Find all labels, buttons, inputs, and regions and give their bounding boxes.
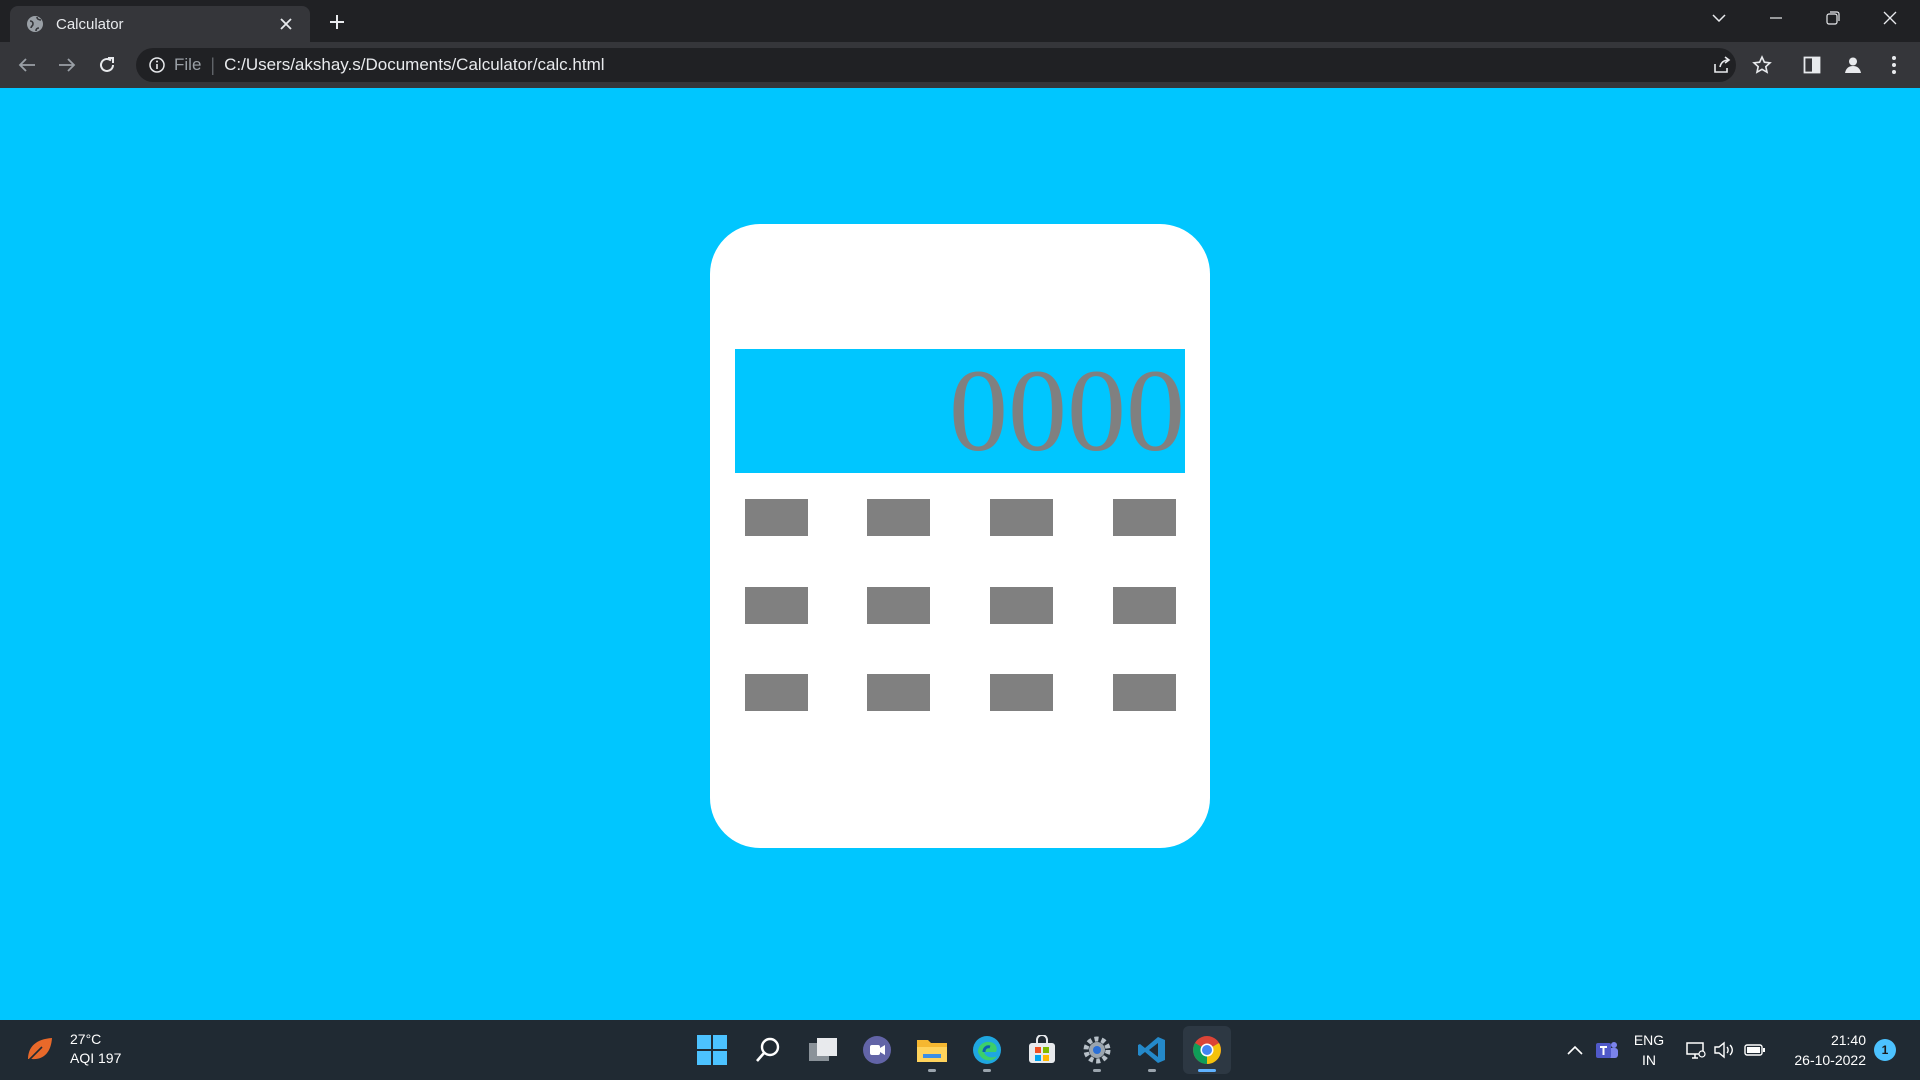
vscode-icon (1138, 1037, 1165, 1063)
teams-tray-button[interactable] (1593, 1020, 1621, 1080)
calculator-key-r3-c4[interactable] (1113, 674, 1176, 711)
calculator-display: 0000 (735, 349, 1185, 473)
new-tab-button[interactable] (325, 10, 349, 34)
language-primary: ENG (1633, 1032, 1665, 1048)
search-icon (756, 1037, 780, 1062)
display-value: 0000 (949, 349, 1185, 473)
calculator-key-r1-c2[interactable] (867, 499, 930, 536)
chrome-icon (1193, 1036, 1221, 1064)
profile-icon[interactable] (1838, 50, 1868, 80)
forward-button[interactable] (51, 49, 83, 81)
task-view-icon (809, 1038, 837, 1061)
calculator-key-r2-c1[interactable] (745, 587, 808, 624)
language-indicator[interactable]: ENG IN (1624, 1020, 1674, 1080)
file-explorer-icon (917, 1040, 947, 1062)
running-indicator (983, 1069, 991, 1072)
edge-button[interactable] (963, 1026, 1011, 1074)
running-indicator (928, 1069, 936, 1072)
calculator-key-r3-c2[interactable] (867, 674, 930, 711)
reload-button[interactable] (91, 49, 123, 81)
tab-title: Calculator (56, 15, 124, 33)
calculator-key-r3-c3[interactable] (990, 674, 1053, 711)
calculator-key-r2-c2[interactable] (867, 587, 930, 624)
leaf-icon (27, 1038, 52, 1062)
calculator-key-r1-c1[interactable] (745, 499, 808, 536)
weather-temperature: 27°C (70, 1031, 102, 1047)
language-region: IN (1642, 1052, 1656, 1068)
clock-time: 21:40 (1830, 1032, 1866, 1048)
taskbar: 27°C AQI 197 ENG IN 21:40 26-10-2022 (0, 1020, 1920, 1080)
close-window-button[interactable] (1867, 0, 1913, 36)
clock[interactable]: 21:40 26-10-2022 (1776, 1020, 1866, 1080)
edge-icon (973, 1036, 1001, 1064)
active-indicator (1198, 1069, 1216, 1072)
browser-toolbar: File | C:/Users/akshay.s/Documents/Calcu… (0, 42, 1920, 88)
share-icon[interactable] (1707, 50, 1737, 80)
battery-icon[interactable] (1740, 1020, 1770, 1080)
store-icon (1029, 1035, 1055, 1063)
weather-widget[interactable]: 27°C AQI 197 (24, 1030, 121, 1068)
chevron-up-icon (1567, 1045, 1583, 1055)
settings-button[interactable] (1073, 1026, 1121, 1074)
teams-chat-icon (863, 1036, 891, 1064)
running-indicator (1093, 1069, 1101, 1072)
calculator-key-r2-c3[interactable] (990, 587, 1053, 624)
calculator-key-r1-c4[interactable] (1113, 499, 1176, 536)
close-tab-icon[interactable] (276, 14, 296, 34)
site-info-icon[interactable] (148, 56, 166, 74)
taskbar-search-button[interactable] (744, 1026, 792, 1074)
vscode-button[interactable] (1128, 1026, 1176, 1074)
back-button[interactable] (11, 49, 43, 81)
tab-strip: Calculator (0, 0, 1920, 42)
weather-aqi: AQI 197 (70, 1050, 122, 1066)
more-menu-icon[interactable] (1879, 50, 1909, 80)
address-separator: | (210, 54, 216, 75)
calculator-key-r3-c1[interactable] (745, 674, 808, 711)
address-url: C:/Users/akshay.s/Documents/Calculator/c… (224, 55, 605, 74)
restore-button[interactable] (1810, 0, 1856, 36)
network-icon[interactable] (1682, 1020, 1710, 1080)
tab-search-button[interactable] (1696, 0, 1742, 36)
task-view-button[interactable] (799, 1026, 847, 1074)
calculator-body: 0000 (710, 224, 1210, 848)
show-hidden-icons-button[interactable] (1562, 1020, 1588, 1080)
clock-date: 26-10-2022 (1794, 1052, 1866, 1068)
file-explorer-button[interactable] (908, 1026, 956, 1074)
tab-calculator[interactable]: Calculator (10, 6, 310, 42)
globe-icon (26, 15, 44, 33)
start-button[interactable] (688, 1026, 736, 1074)
teams-chat-button[interactable] (853, 1026, 901, 1074)
windows-logo-icon (697, 1035, 727, 1065)
minimize-button[interactable] (1753, 0, 1799, 36)
settings-icon (1083, 1036, 1111, 1064)
address-bar[interactable]: File | C:/Users/akshay.s/Documents/Calcu… (136, 48, 1736, 82)
side-panel-icon[interactable] (1797, 50, 1827, 80)
volume-icon[interactable] (1710, 1020, 1738, 1080)
teams-icon (1596, 1042, 1618, 1058)
address-scheme: File (174, 55, 202, 74)
store-button[interactable] (1018, 1026, 1066, 1074)
chrome-button[interactable] (1183, 1026, 1231, 1074)
notification-badge[interactable]: 1 (1874, 1039, 1896, 1061)
running-indicator (1148, 1069, 1156, 1072)
calculator-key-r1-c3[interactable] (990, 499, 1053, 536)
bookmark-star-icon[interactable] (1747, 50, 1777, 80)
calculator-key-r2-c4[interactable] (1113, 587, 1176, 624)
